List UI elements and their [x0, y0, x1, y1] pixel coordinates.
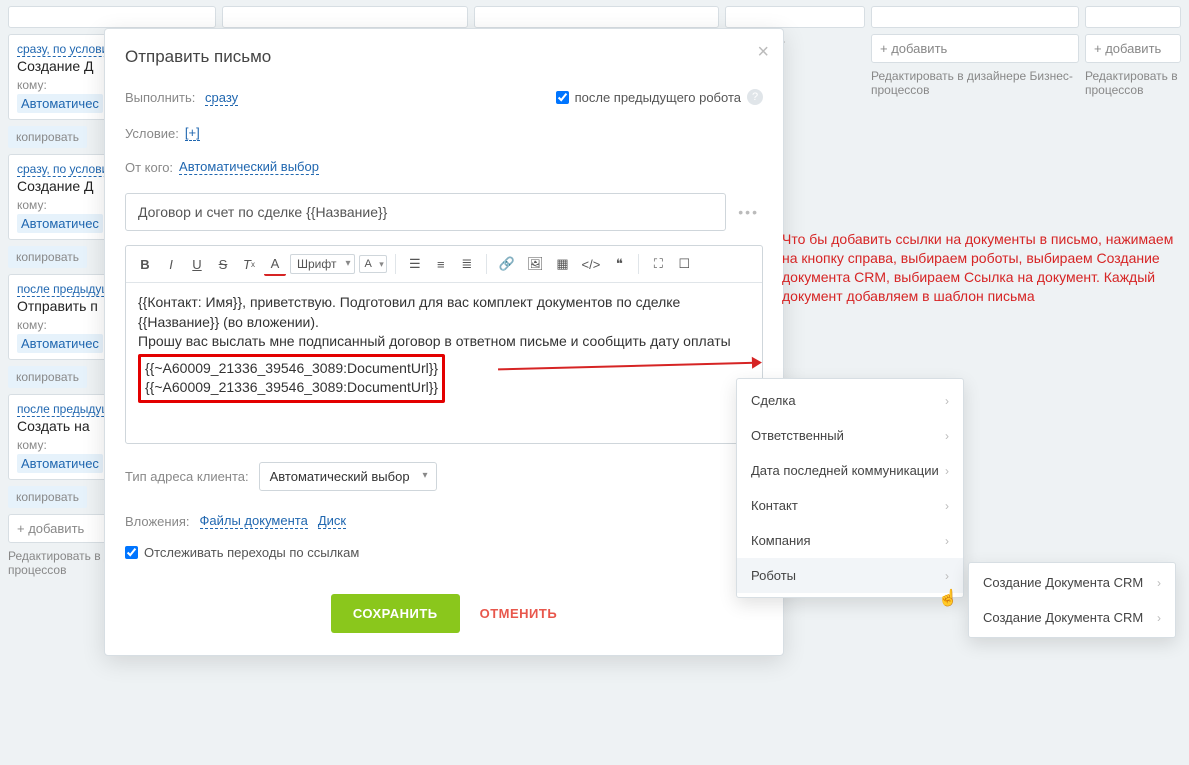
from-label: От кого: [125, 160, 173, 175]
var-line: {{~A60009_21336_39546_3089:DocumentUrl}} [145, 359, 438, 379]
from-value[interactable]: Автоматический выбор [179, 159, 319, 175]
table-icon[interactable]: ▦ [552, 252, 574, 276]
bullet-list-icon[interactable]: ☰ [404, 252, 426, 276]
modal-title: Отправить письмо [125, 47, 763, 67]
editor-toolbar: B I U S Tx A Шрифт A ☰ ≡ ≣ 🔗 🖼 ▦ </> ❝ ⛶… [126, 246, 762, 283]
after-prev-label: после предыдущего робота [575, 90, 741, 105]
add-card[interactable]: + добавить [1085, 34, 1181, 63]
send-email-modal: × Отправить письмо Выполнить: сразу посл… [104, 28, 784, 656]
track-links-checkbox[interactable] [125, 546, 138, 559]
chevron-right-icon: › [945, 499, 949, 513]
column-header[interactable] [474, 6, 720, 28]
recipient-value: Автоматичес [17, 334, 103, 353]
link-icon[interactable]: 🔗 [495, 252, 519, 276]
attach-label: Вложения: [125, 514, 190, 529]
condition-label: Условие: [125, 126, 179, 141]
number-list-icon[interactable]: ≡ [430, 252, 452, 276]
execute-label: Выполнить: [125, 90, 195, 105]
copy-button[interactable]: копировать [8, 246, 87, 268]
bold-icon[interactable]: B [134, 252, 156, 276]
chevron-right-icon: › [945, 464, 949, 478]
align-icon[interactable]: ≣ [456, 252, 478, 276]
save-button[interactable]: СОХРАНИТЬ [331, 594, 460, 633]
trigger-badge: сразу, по условию [17, 162, 117, 177]
execute-value[interactable]: сразу [205, 90, 238, 106]
condition-value[interactable]: [+] [185, 125, 200, 141]
chevron-right-icon: › [1157, 576, 1161, 590]
chevron-right-icon: › [945, 429, 949, 443]
var-line: {{~A60009_21336_39546_3089:DocumentUrl}} [145, 378, 438, 398]
strike-icon[interactable]: S [212, 252, 234, 276]
copy-button[interactable]: копировать [8, 126, 87, 148]
clear-format-icon[interactable]: Tx [238, 252, 260, 276]
add-button[interactable]: + добавить [17, 521, 84, 536]
robots-submenu: Создание Документа CRM› Создание Докумен… [968, 562, 1176, 638]
track-links-label: Отслеживать переходы по ссылкам [144, 545, 359, 560]
menu-item-last-comm[interactable]: Дата последней коммуникации› [737, 453, 963, 488]
code-icon[interactable]: </> [578, 252, 605, 276]
copy-button[interactable]: копировать [8, 486, 87, 508]
chevron-right-icon: › [945, 534, 949, 548]
column-header[interactable] [1085, 6, 1181, 28]
text-color-icon[interactable]: A [264, 252, 286, 276]
column-header[interactable] [725, 6, 865, 28]
fullscreen-icon[interactable]: ⛶ [647, 252, 669, 276]
column-header[interactable] [871, 6, 1079, 28]
help-icon[interactable]: ? [747, 89, 763, 105]
recipient-value: Автоматичес [17, 94, 103, 113]
cancel-button[interactable]: ОТМЕНИТЬ [480, 606, 558, 621]
body-text-line: Прошу вас выслать мне подписанный догово… [138, 332, 750, 352]
trigger-badge: сразу, по условию [17, 42, 117, 57]
edit-designer-link[interactable]: Редактировать в дизайнере Бизнес-процесс… [871, 69, 1079, 97]
chevron-right-icon: › [1157, 611, 1161, 625]
subject-input[interactable] [125, 193, 726, 231]
add-button[interactable]: + добавить [880, 41, 947, 56]
body-text-line: {{Контакт: Имя}}, приветствую. Подготови… [138, 293, 750, 332]
recipient-value: Автоматичес [17, 454, 103, 473]
italic-icon[interactable]: I [160, 252, 182, 276]
close-icon[interactable]: × [757, 41, 769, 64]
subject-vars-button[interactable]: ••• [734, 204, 763, 220]
document-url-variables: {{~A60009_21336_39546_3089:DocumentUrl}}… [138, 354, 445, 403]
chevron-right-icon: › [945, 569, 949, 583]
addr-type-select[interactable]: Автоматический выбор [259, 462, 437, 491]
menu-item-robots[interactable]: Роботы› [737, 558, 963, 593]
column-header[interactable] [8, 6, 216, 28]
attach-files-link[interactable]: Файлы документа [200, 513, 308, 529]
add-button[interactable]: + добавить [1094, 41, 1161, 56]
menu-item-company[interactable]: Компания› [737, 523, 963, 558]
font-size-dropdown[interactable]: A [359, 255, 386, 273]
column-header[interactable] [222, 6, 468, 28]
copy-button[interactable]: копировать [8, 366, 87, 388]
underline-icon[interactable]: U [186, 252, 208, 276]
variables-menu: Сделка› Ответственный› Дата последней ко… [736, 378, 964, 598]
template-icon[interactable]: ☐ [673, 252, 695, 276]
quote-icon[interactable]: ❝ [608, 252, 630, 276]
add-card[interactable]: + добавить [871, 34, 1079, 63]
menu-item-contact[interactable]: Контакт› [737, 488, 963, 523]
addr-type-label: Тип адреса клиента: [125, 469, 249, 484]
menu-item-responsible[interactable]: Ответственный› [737, 418, 963, 453]
attach-disk-link[interactable]: Диск [318, 513, 346, 529]
after-prev-checkbox[interactable] [556, 91, 569, 104]
editor-container: B I U S Tx A Шрифт A ☰ ≡ ≣ 🔗 🖼 ▦ </> ❝ ⛶… [125, 245, 763, 444]
submenu-item-create-doc[interactable]: Создание Документа CRM› [969, 600, 1175, 635]
submenu-item-create-doc[interactable]: Создание Документа CRM› [969, 565, 1175, 600]
font-family-dropdown[interactable]: Шрифт [290, 254, 355, 274]
chevron-right-icon: › [945, 394, 949, 408]
recipient-value: Автоматичес [17, 214, 103, 233]
annotation-text: Что бы добавить ссылки на документы в пи… [782, 230, 1186, 306]
edit-designer-link[interactable]: Редактировать впроцессов [1085, 69, 1181, 97]
image-icon[interactable]: 🖼 [523, 252, 548, 276]
menu-item-deal[interactable]: Сделка› [737, 383, 963, 418]
